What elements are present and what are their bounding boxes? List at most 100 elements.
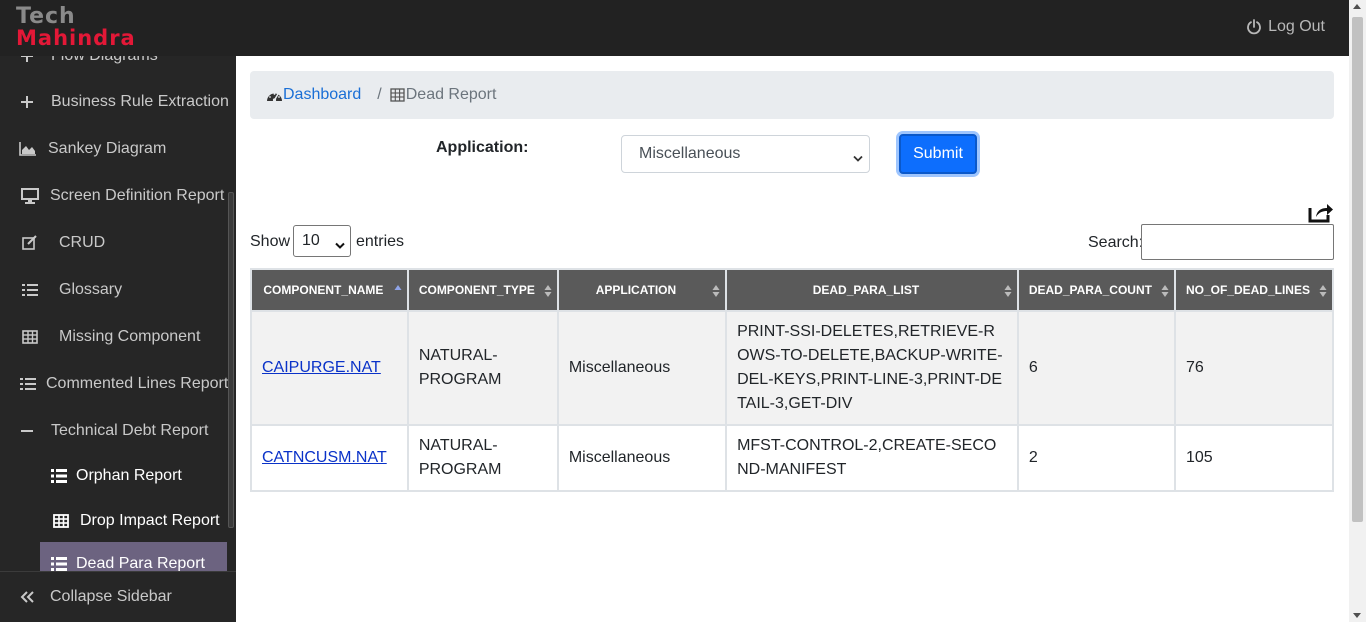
column-header-label: DEAD_PARA_LIST bbox=[812, 283, 920, 297]
column-header-application[interactable]: APPLICATION bbox=[556, 268, 728, 312]
column-header-label: APPLICATION bbox=[595, 283, 677, 297]
edit-icon bbox=[21, 234, 39, 252]
dead-para-count-cell: 6 bbox=[1016, 310, 1176, 426]
table-icon bbox=[390, 88, 405, 102]
component-link[interactable]: CATNCUSM.NAT bbox=[262, 449, 387, 466]
sidebar-item-label: Missing Component bbox=[59, 328, 201, 345]
sidebar-item-sankey-diagram[interactable]: Sankey Diagram bbox=[19, 129, 166, 169]
application-select-value: Miscellaneous bbox=[639, 145, 741, 162]
page-scrollbar[interactable] bbox=[1349, 0, 1366, 622]
sidebar: Flow Diagrams Business Rule Extraction S… bbox=[0, 56, 236, 622]
chevron-down-icon bbox=[853, 150, 863, 168]
component-name-cell: CAIPURGE.NAT bbox=[250, 310, 409, 426]
sidebar-item-commented-lines-report[interactable]: Commented Lines Report bbox=[19, 364, 228, 404]
sidebar-item-label: CRUD bbox=[59, 234, 106, 251]
table-row: CAIPURGE.NAT NATURAL-PROGRAM Miscellaneo… bbox=[250, 310, 1335, 426]
sort-icon bbox=[544, 284, 552, 298]
table-icon bbox=[21, 328, 39, 346]
breadcrumb-dashboard-label: Dashboard bbox=[283, 86, 362, 103]
list-icon bbox=[19, 375, 37, 393]
no-of-dead-lines-cell: 105 bbox=[1173, 424, 1335, 492]
application-cell: Miscellaneous bbox=[556, 310, 728, 426]
application-select[interactable]: Miscellaneous bbox=[621, 135, 870, 173]
column-header-label: COMPONENT_NAME bbox=[263, 283, 384, 297]
breadcrumb-dashboard-link[interactable]: Dashboard bbox=[266, 86, 361, 104]
sidebar-item-technical-debt-report[interactable]: Technical Debt Report bbox=[18, 411, 208, 451]
logout-button[interactable]: Log Out bbox=[1246, 18, 1325, 36]
plus-icon bbox=[18, 93, 36, 111]
entries-label: entries bbox=[356, 233, 405, 250]
sidebar-subitem-drop-impact-report[interactable]: Drop Impact Report bbox=[52, 501, 220, 541]
column-header-label: DEAD_PARA_COUNT bbox=[1028, 283, 1152, 297]
sidebar-scrollbar[interactable] bbox=[228, 192, 234, 528]
column-header-dead-para-list[interactable]: DEAD_PARA_LIST bbox=[725, 268, 1019, 312]
sidebar-item-screen-definition-report[interactable]: Screen Definition Report bbox=[21, 176, 224, 216]
table-header-row: COMPONENT_NAME COMPONENT_TYPE APPLICATIO… bbox=[250, 268, 1335, 312]
logo-text-mahindra: Mahindra bbox=[16, 26, 136, 50]
scroll-down-arrow-icon[interactable] bbox=[1353, 613, 1361, 618]
sidebar-item-business-rule-extraction[interactable]: Business Rule Extraction bbox=[18, 82, 229, 122]
collapse-sidebar-button[interactable]: Collapse Sidebar bbox=[0, 571, 236, 622]
scroll-up-arrow-icon[interactable] bbox=[1353, 4, 1361, 9]
dead-para-table: COMPONENT_NAME COMPONENT_TYPE APPLICATIO… bbox=[250, 268, 1335, 492]
logout-label: Log Out bbox=[1268, 18, 1325, 35]
breadcrumb-current: Dead Report bbox=[390, 86, 497, 104]
table-icon bbox=[52, 512, 70, 530]
sort-ascending-icon bbox=[394, 284, 402, 298]
sort-icon bbox=[1319, 284, 1327, 298]
application-cell: Miscellaneous bbox=[556, 424, 728, 492]
search-label: Search: bbox=[1088, 234, 1144, 251]
export-share-icon[interactable] bbox=[1307, 200, 1335, 224]
sort-icon bbox=[1004, 284, 1012, 298]
table-row: CATNCUSM.NAT NATURAL-PROGRAM Miscellaneo… bbox=[250, 424, 1335, 492]
breadcrumb-current-label: Dead Report bbox=[405, 86, 497, 103]
sidebar-item-glossary[interactable]: Glossary bbox=[21, 270, 122, 310]
column-header-no-of-dead-lines[interactable]: NO_OF_DEAD_LINES bbox=[1173, 268, 1335, 312]
entries-per-page-select[interactable]: 10 bbox=[293, 225, 351, 257]
minus-icon bbox=[18, 422, 36, 440]
list-icon bbox=[50, 467, 68, 485]
sidebar-item-label: Glossary bbox=[59, 281, 123, 298]
sidebar-subitem-label: Orphan Report bbox=[76, 467, 182, 484]
column-header-dead-para-count[interactable]: DEAD_PARA_COUNT bbox=[1016, 268, 1176, 312]
dashboard-gauge-icon bbox=[266, 89, 283, 102]
plus-icon bbox=[18, 56, 36, 65]
tech-mahindra-logo[interactable]: Tech Mahindra bbox=[16, 6, 136, 49]
sidebar-item-label: Business Rule Extraction bbox=[51, 93, 229, 110]
scrollbar-thumb[interactable] bbox=[1352, 17, 1363, 522]
component-type-cell: NATURAL-PROGRAM bbox=[406, 310, 559, 426]
sidebar-item-label: Flow Diagrams bbox=[51, 56, 158, 65]
column-header-component-name[interactable]: COMPONENT_NAME bbox=[250, 268, 409, 312]
submit-button[interactable]: Submit bbox=[899, 134, 977, 174]
dead-para-list-cell: MFST-CONTROL-2,CREATE-SECOND-MANIFEST bbox=[725, 424, 1019, 492]
top-navbar: Tech Mahindra Log Out bbox=[0, 0, 1349, 56]
column-header-label: COMPONENT_TYPE bbox=[418, 283, 535, 297]
application-label: Application: bbox=[436, 139, 529, 156]
breadcrumb: Dashboard / Dead Report bbox=[250, 71, 1334, 119]
sidebar-item-crud[interactable]: CRUD bbox=[21, 223, 105, 263]
column-header-component-type[interactable]: COMPONENT_TYPE bbox=[406, 268, 559, 312]
sidebar-item-label: Technical Debt Report bbox=[51, 422, 209, 439]
sidebar-item-missing-component[interactable]: Missing Component bbox=[21, 317, 200, 357]
entries-select-value: 10 bbox=[302, 232, 320, 249]
chevron-down-icon bbox=[335, 237, 345, 255]
component-type-cell: NATURAL-PROGRAM bbox=[406, 424, 559, 492]
column-header-label: NO_OF_DEAD_LINES bbox=[1185, 283, 1310, 297]
sidebar-subitem-label: Drop Impact Report bbox=[80, 512, 220, 529]
sidebar-item-label: Screen Definition Report bbox=[50, 187, 225, 204]
logo-text-tech: Tech bbox=[16, 4, 76, 29]
sidebar-subitem-orphan-report[interactable]: Orphan Report bbox=[50, 456, 182, 496]
dead-para-list-cell: PRINT-SSI-DELETES,RETRIEVE-ROWS-TO-DELET… bbox=[725, 310, 1019, 426]
collapse-sidebar-label: Collapse Sidebar bbox=[50, 588, 172, 605]
sidebar-item-label: Sankey Diagram bbox=[48, 140, 167, 157]
sidebar-item-flow-diagrams[interactable]: Flow Diagrams bbox=[18, 56, 158, 76]
double-chevron-left-icon bbox=[20, 590, 34, 604]
search-input[interactable] bbox=[1141, 224, 1334, 260]
power-icon bbox=[1246, 19, 1262, 35]
show-label: Show bbox=[250, 233, 291, 250]
sidebar-item-label: Commented Lines Report bbox=[46, 375, 229, 392]
component-link[interactable]: CAIPURGE.NAT bbox=[262, 359, 381, 376]
component-name-cell: CATNCUSM.NAT bbox=[250, 424, 409, 492]
desktop-icon bbox=[21, 187, 39, 205]
list-icon bbox=[21, 281, 39, 299]
